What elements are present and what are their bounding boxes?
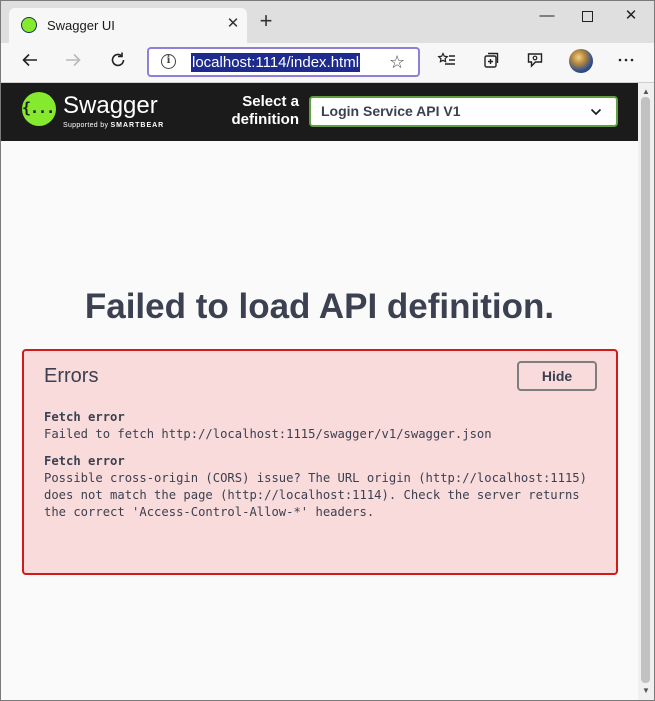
maximize-icon [581, 10, 593, 22]
error-message: Possible cross-origin (CORS) issue? The … [44, 471, 587, 519]
swagger-logo-braces-icon: {...} [22, 99, 63, 117]
scroll-up-arrow-icon[interactable]: ▲ [642, 87, 650, 96]
swagger-brand: Swagger [63, 92, 158, 119]
error-item: Fetch error Failed to fetch http://local… [44, 409, 604, 443]
feedback-icon[interactable] [521, 49, 549, 77]
error-message: Failed to fetch http://localhost:1115/sw… [44, 427, 492, 441]
errors-heading: Errors [44, 365, 99, 387]
profile-avatar[interactable] [569, 49, 593, 73]
forward-arrow-icon[interactable] [59, 49, 87, 77]
swagger-brand-tagline: Supported by SMARTBEAR [63, 122, 164, 129]
maximize-button[interactable] [567, 5, 607, 29]
scroll-down-arrow-icon[interactable]: ▼ [642, 686, 650, 695]
tab-close-icon[interactable]: ✕ [225, 16, 241, 32]
main-content: Failed to load API definition. Errors Hi… [1, 141, 638, 700]
tab-title: Swagger UI [47, 18, 115, 33]
error-item: Fetch error Possible cross-origin (CORS)… [44, 453, 604, 521]
window-close-button[interactable]: ✕ [611, 5, 651, 29]
select-definition-label: Select a definition [231, 93, 300, 128]
favorites-list-icon[interactable] [433, 49, 461, 77]
more-options-icon[interactable] [612, 49, 640, 77]
minimize-button[interactable]: — [527, 5, 567, 29]
errors-panel: Errors Hide Fetch error Failed to fetch … [22, 349, 618, 575]
back-arrow-icon[interactable] [16, 49, 44, 77]
swagger-topbar: {...} Swagger Supported by SMARTBEAR Sel… [1, 83, 638, 141]
tab-strip: Swagger UI ✕ + — ✕ [1, 1, 654, 43]
error-title: Fetch error [44, 454, 125, 468]
scrollbar-thumb[interactable] [641, 97, 650, 683]
address-url[interactable]: localhost:1114/index.html [191, 53, 361, 72]
address-bar[interactable]: i localhost:1114/index.html ☆ [147, 47, 420, 77]
chevron-down-icon [590, 102, 602, 125]
hide-errors-button[interactable]: Hide [517, 361, 597, 391]
favorite-star-icon[interactable]: ☆ [389, 52, 405, 72]
tagline-prefix: Supported by [63, 122, 111, 129]
browser-toolbar: i localhost:1114/index.html ☆ [1, 43, 654, 83]
refresh-icon[interactable] [104, 49, 132, 77]
swagger-favicon-icon [21, 17, 37, 33]
site-info-icon[interactable]: i [161, 54, 176, 69]
collections-icon[interactable] [477, 49, 505, 77]
error-title: Fetch error [44, 410, 125, 424]
tab-swagger-ui[interactable]: Swagger UI ✕ [9, 8, 247, 43]
definition-select-value: Login Service API V1 [321, 103, 461, 119]
new-tab-button[interactable]: + [255, 10, 277, 33]
swagger-logo-icon[interactable]: {...} [22, 92, 63, 126]
tagline-company: SMARTBEAR [110, 122, 165, 129]
vertical-scrollbar[interactable]: ▲ ▼ [638, 83, 654, 700]
definition-select[interactable]: Login Service API V1 [309, 96, 618, 127]
failed-load-title: Failed to load API definition. [84, 287, 555, 326]
browser-window: Swagger UI ✕ + — ✕ i localhost:1114/inde… [0, 0, 655, 701]
